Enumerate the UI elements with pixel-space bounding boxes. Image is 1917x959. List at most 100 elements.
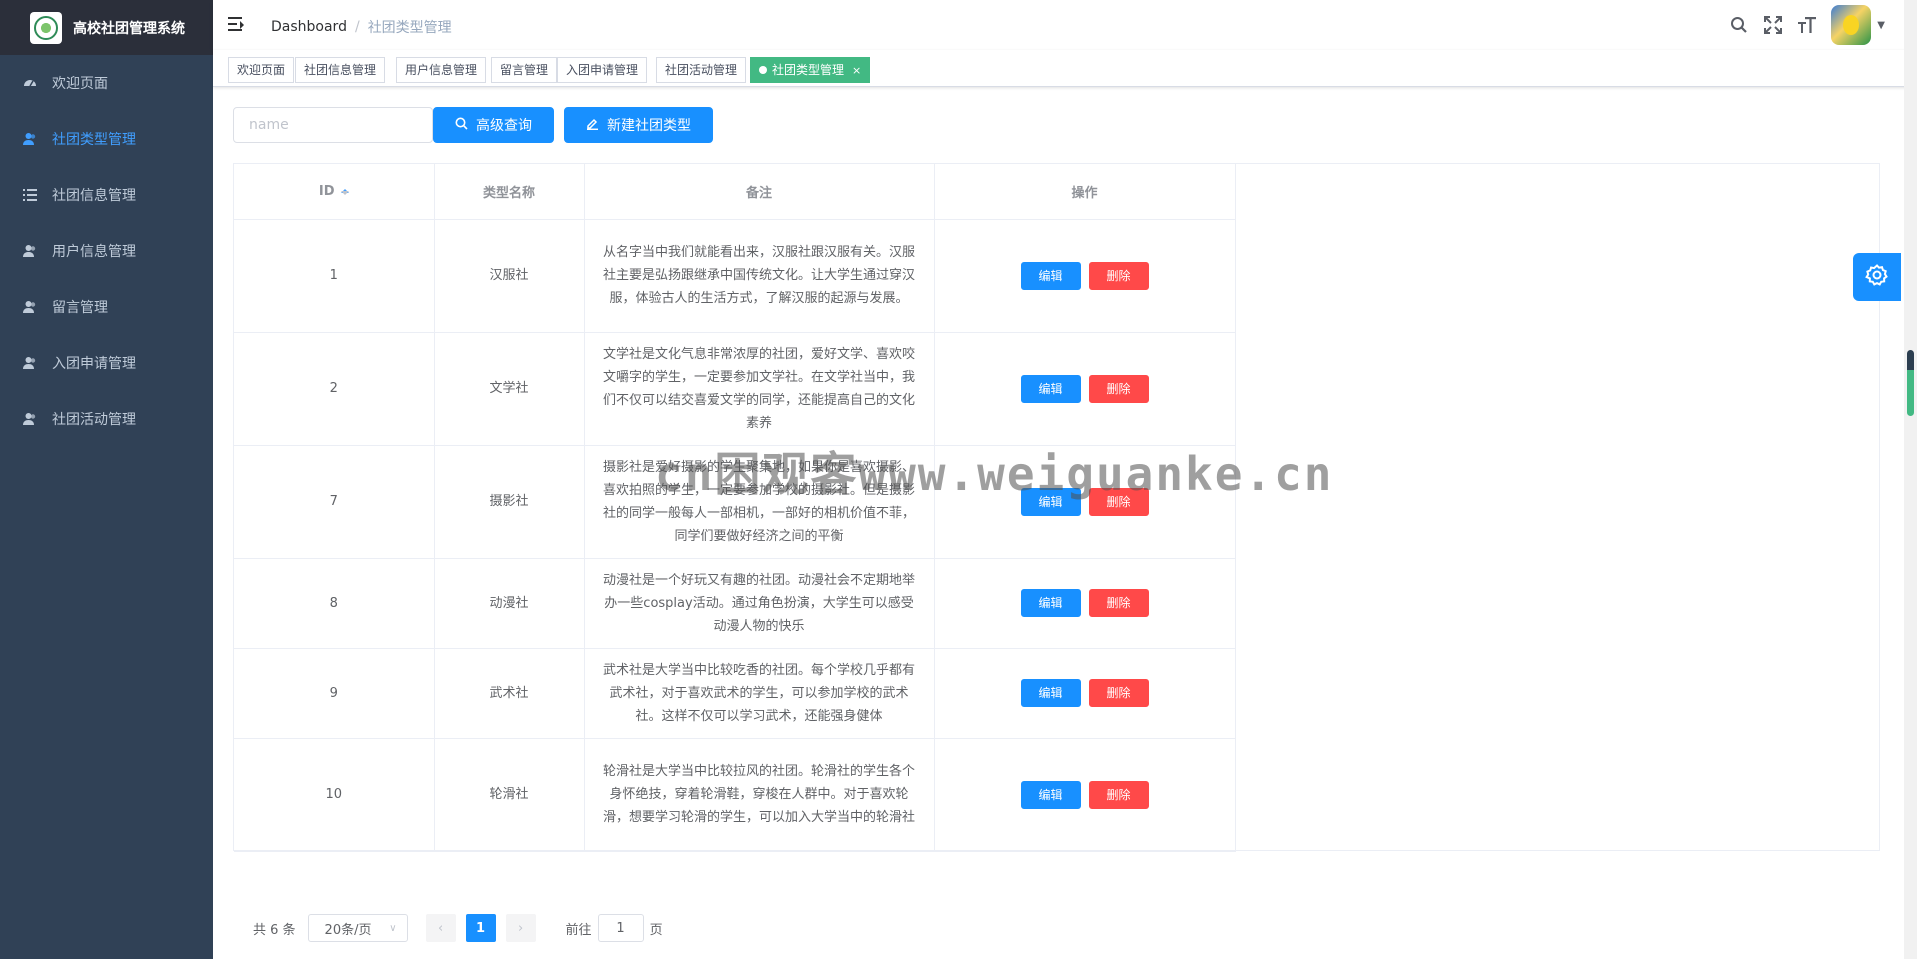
cell-id: 9 — [234, 648, 435, 739]
cell-id: 7 — [234, 445, 435, 559]
cell-note: 动漫社是一个好玩又有趣的社团。动漫社会不定期地举办一些cosplay活动。通过角… — [584, 558, 935, 649]
cell-type-name: 动漫社 — [434, 558, 585, 649]
goto-suffix: 页 — [649, 922, 663, 938]
table-row: 2 文学社 文学社是文化气息非常浓厚的社团，爱好文学、喜欢咬文嚼字的学生，一定要参加… — [234, 332, 1236, 446]
tag-5[interactable]: 社团活动管理 — [656, 57, 747, 83]
caret-down-icon[interactable]: ▼ — [1877, 20, 1885, 31]
navbar: Dashboard / 社团类型管理 ▼ — [213, 0, 1917, 50]
sidebar-item-label: 入团申请管理 — [52, 356, 136, 372]
create-type-button-label: 新建社团类型 — [607, 118, 691, 134]
search-input[interactable] — [233, 107, 433, 143]
dashboard-icon — [22, 75, 38, 91]
table-row: 9 武术社 武术社是大学当中比较吃香的社团。每个学校几乎都有武术社，对于喜欢武术的学… — [234, 648, 1236, 739]
user-icon — [22, 299, 38, 315]
cell-type-name: 汉服社 — [434, 219, 585, 333]
sidebar-item-4[interactable]: 留言管理 — [0, 279, 213, 335]
scrollbar-thumb[interactable] — [1907, 350, 1914, 416]
cell-id: 10 — [234, 738, 435, 852]
avatar[interactable] — [1831, 5, 1872, 45]
logo-bar[interactable]: 高校社团管理系统 — [0, 0, 213, 55]
create-type-button[interactable]: 新建社团类型 — [564, 107, 713, 143]
user-icon — [22, 411, 38, 427]
user-icon — [22, 131, 38, 147]
tag-4[interactable]: 入团申请管理 — [557, 57, 648, 83]
edit-button[interactable]: 编辑 — [1020, 374, 1081, 403]
tag-label: 社团类型管理 — [772, 63, 845, 77]
sidebar-item-3[interactable]: 用户信息管理 — [0, 223, 213, 279]
tag-label: 欢迎页面 — [237, 63, 286, 77]
tag-2[interactable]: 用户信息管理 — [396, 57, 487, 83]
pagination-total: 共 6 条 — [253, 922, 296, 938]
search-button[interactable]: 高级查询 — [433, 107, 554, 143]
app-title: 高校社团管理系统 — [73, 20, 185, 37]
edit-button[interactable]: 编辑 — [1020, 487, 1081, 516]
delete-button[interactable]: 删除 — [1088, 589, 1149, 617]
sidebar-item-2[interactable]: 社团信息管理 — [0, 167, 213, 223]
tag-0[interactable]: 欢迎页面 — [228, 57, 295, 83]
page-size-select[interactable]: 20条/页 ∨ — [307, 914, 408, 942]
edit-button[interactable]: 编辑 — [1020, 679, 1081, 707]
edit-button[interactable]: 编辑 — [1020, 589, 1081, 617]
cell-id: 8 — [234, 558, 435, 649]
tag-1[interactable]: 社团信息管理 — [295, 57, 386, 83]
cell-note: 文学社是文化气息非常浓厚的社团，爱好文学、喜欢咬文嚼字的学生，一定要参加文学社。… — [584, 332, 935, 446]
cell-actions: 编辑 删除 — [934, 648, 1236, 739]
delete-button[interactable]: 删除 — [1088, 487, 1149, 516]
font-size-icon[interactable] — [1797, 15, 1817, 35]
search-icon — [455, 117, 468, 134]
page-number-1[interactable]: 1 — [465, 914, 496, 942]
column-header-id[interactable]: ID — [234, 164, 435, 220]
tag-label: 社团信息管理 — [304, 63, 377, 77]
breadcrumb: Dashboard / 社团类型管理 — [271, 17, 452, 37]
right-menu: ▼ — [1715, 0, 1917, 50]
sidebar-menu: 欢迎页面社团类型管理 社团信息管理 用户信息管理 留言管理入团申请管理社团活动管理 — [0, 55, 213, 447]
next-page-button[interactable]: › — [505, 914, 536, 942]
column-header-actions: 操作 — [934, 164, 1236, 220]
goto-page-input[interactable] — [597, 914, 644, 942]
sidebar-item-label: 社团类型管理 — [52, 132, 136, 148]
sidebar-item-label: 用户信息管理 — [52, 244, 136, 260]
delete-button[interactable]: 删除 — [1088, 679, 1149, 707]
list-icon — [22, 187, 38, 203]
sidebar: 高校社团管理系统 欢迎页面社团类型管理 社团信息管理 用户信息管理 留言管理入团申请管… — [0, 0, 213, 959]
delete-button[interactable]: 删除 — [1088, 374, 1149, 403]
edit-button[interactable]: 编辑 — [1020, 780, 1081, 809]
prev-page-button[interactable]: ‹ — [425, 914, 456, 942]
cell-id: 1 — [234, 219, 435, 333]
sidebar-item-5[interactable]: 入团申请管理 — [0, 335, 213, 391]
cell-note: 武术社是大学当中比较吃香的社团。每个学校几乎都有武术社，对于喜欢武术的学生，可以… — [584, 648, 935, 739]
tag-6[interactable]: 社团类型管理 × — [750, 57, 871, 83]
sort-icon[interactable] — [340, 185, 349, 197]
cell-actions: 编辑 删除 — [934, 219, 1236, 333]
hamburger-icon[interactable] — [228, 17, 246, 33]
edit-button[interactable]: 编辑 — [1020, 261, 1081, 290]
delete-button[interactable]: 删除 — [1088, 261, 1149, 290]
active-dot-icon — [759, 66, 767, 74]
page-scrollbar[interactable] — [1904, 0, 1917, 959]
table-row: 8 动漫社 动漫社是一个好玩又有趣的社团。动漫社会不定期地举办一些cosplay活动… — [234, 558, 1236, 649]
table-header-row: ID 类型名称 备注 操作 — [234, 164, 1236, 220]
chevron-down-icon: ∨ — [389, 922, 397, 934]
cell-actions: 编辑 删除 — [934, 332, 1236, 446]
sidebar-item-label: 留言管理 — [52, 300, 108, 316]
sidebar-item-0[interactable]: 欢迎页面 — [0, 55, 213, 111]
cell-actions: 编辑 删除 — [934, 558, 1236, 649]
data-table: ID 类型名称 备注 操作 1 汉服社 从名字当中我们就能看出来，汉服社跟汉服有关。… — [233, 163, 1880, 852]
settings-button[interactable] — [1853, 253, 1901, 301]
search-icon[interactable] — [1729, 15, 1749, 35]
sidebar-item-6[interactable]: 社团活动管理 — [0, 391, 213, 447]
sidebar-item-1[interactable]: 社团类型管理 — [0, 111, 213, 167]
gear-icon — [1865, 263, 1889, 291]
cell-note: 摄影社是爱好摄影的学生聚集地，如果你是喜欢摄影、喜欢拍照的学生，一定要参加学校的… — [584, 445, 935, 559]
sidebar-item-label: 社团信息管理 — [52, 188, 136, 204]
delete-button[interactable]: 删除 — [1088, 780, 1149, 809]
cell-type-name: 摄影社 — [434, 445, 585, 559]
user-icon — [22, 355, 38, 371]
close-icon[interactable]: × — [852, 64, 861, 77]
cell-actions: 编辑 删除 — [934, 738, 1236, 852]
pagination: 共 6 条 20条/页 ∨ ‹ 1 › 前往 页 — [253, 913, 663, 943]
tag-3[interactable]: 留言管理 — [491, 57, 558, 83]
fullscreen-icon[interactable] — [1763, 15, 1783, 35]
breadcrumb-home[interactable]: Dashboard — [271, 19, 347, 35]
cell-note: 轮滑社是大学当中比较拉风的社团。轮滑社的学生各个身怀绝技，穿着轮滑鞋，穿梭在人群… — [584, 738, 935, 852]
